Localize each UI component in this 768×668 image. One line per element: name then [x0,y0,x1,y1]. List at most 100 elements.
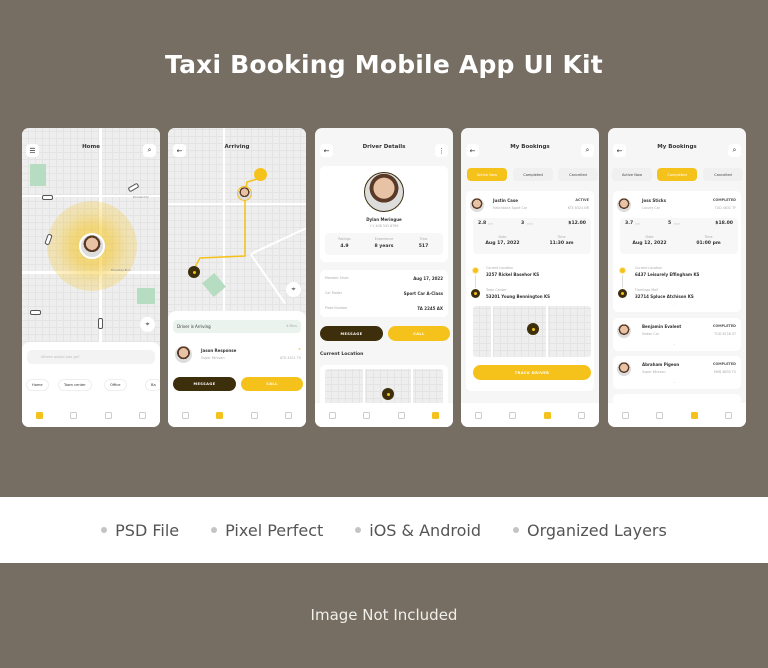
bottom-nav [22,403,160,427]
nav-profile-icon[interactable] [285,411,293,419]
tab-active-now[interactable]: Active Now [612,168,652,181]
section-title: Current Location [320,352,364,357]
map[interactable] [473,306,591,357]
status-badge: COMPLETED [712,362,736,366]
nav-bookings-icon[interactable] [250,411,258,419]
nav-bookings-icon[interactable] [543,411,551,419]
driver-profile-card: Dylan Meringue +1 408 345 6789 Ratings 4… [320,166,448,262]
trip-stats: 2.8 km 3 min $12.00 Date Aug 17, 2022 Time… [473,218,591,254]
locate-icon[interactable]: ⌖ [286,282,301,297]
bottom-nav [315,403,453,427]
destination-pin-icon [618,289,627,298]
feature-item: iOS & Android [355,521,481,540]
booking-card[interactable]: Justin Case Hatchback Sport Car ACTIVE K… [466,191,594,391]
search-icon[interactable]: ⌕ [581,144,594,157]
page-title: Taxi Booking Mobile App UI Kit [165,50,603,79]
screen-title: Arriving [224,144,250,150]
booking-card[interactable]: Benjamin Evalent Sedan Car COMPLETED TGD… [613,318,741,351]
screen-driver-details: ← Driver Details ⋮ Dylan Meringue +1 408… [315,128,453,427]
driver-info-card: Member Since Aug 17, 2022 Car Model Sport … [320,270,448,317]
status-badge: COMPLETED [712,324,736,328]
screen-arriving: ← Arriving ⌖ Driver is Arriving 4 Mins J… [168,128,306,427]
nav-map-icon[interactable] [216,411,224,419]
nav-home-icon[interactable] [621,411,629,419]
booking-card[interactable]: Joss Sticks Luxury Car COMPLETED TXD 463… [613,191,741,312]
nav-profile-icon[interactable] [578,411,586,419]
rating-stars: ★ [298,347,301,351]
screen-title: Driver Details [362,144,406,150]
stats-row: Ratings 4.9 Experience 8 years Trips 517 [325,233,443,255]
tab-completed[interactable]: Completed [513,168,553,181]
origin-icon [619,267,626,274]
status-badge: ACTIVE [575,198,589,202]
nav-home-icon[interactable] [328,411,336,419]
pickup-pin-icon [188,266,200,278]
chip-town-center[interactable]: Town center [58,379,92,391]
tab-cancelled[interactable]: Cancelled [703,168,743,181]
nav-bookings-icon[interactable] [690,411,698,419]
more-icon[interactable]: ⋮ [435,144,448,157]
screen-bookings-completed: ← My Bookings ⌕ Active Now Completed Can… [608,128,746,427]
destination-pin-icon [471,289,480,298]
call-button[interactable]: CALL [241,377,303,391]
screen-home: Excellent Dr Broadway Blvd ☰ Home ⌕ ⌖ Wh… [22,128,160,427]
driver-avatar [174,345,193,364]
nav-map-icon[interactable] [509,411,517,419]
origin-icon [472,267,479,274]
status-badge: COMPLETED [712,198,736,202]
chevron-down-icon[interactable]: ⌄ [673,342,676,346]
nav-home-icon[interactable] [474,411,482,419]
location-pin-icon [527,323,539,335]
nav-map-icon[interactable] [70,411,78,419]
chip-home[interactable]: Home [26,379,49,391]
nav-profile-icon[interactable] [725,411,733,419]
car-icon [42,195,53,200]
destination-search-input[interactable]: Where would you go? [27,350,155,364]
map[interactable] [325,369,443,405]
message-button[interactable]: MESSAGE [173,377,236,391]
message-button[interactable]: MESSAGE [320,326,383,341]
tab-active-now[interactable]: Active Now [467,168,507,181]
nav-bookings-icon[interactable] [397,411,405,419]
user-avatar[interactable] [79,233,105,259]
screen-title: Home [82,144,100,150]
driver-avatar [616,197,632,213]
screen-bookings-active: ← My Bookings ⌕ Active Now Completed Can… [461,128,599,427]
nav-map-icon[interactable] [363,411,371,419]
chip-office[interactable]: Office [104,379,127,391]
booking-card[interactable]: Abraham Pigeon Super Minivan COMPLETED M… [613,356,741,389]
nav-map-icon[interactable] [656,411,664,419]
location-pin-icon [382,388,394,400]
tab-cancelled[interactable]: Cancelled [558,168,598,181]
screen-title: My Bookings [657,144,697,150]
location-card [320,365,448,405]
chip-more[interactable]: Ba [145,379,160,391]
nav-home-icon[interactable] [181,411,189,419]
disclaimer-note: Image Not Included [310,606,458,624]
nav-profile-icon[interactable] [432,411,440,419]
car-icon [127,182,140,193]
driver-avatar [469,197,485,213]
nav-bookings-icon[interactable] [104,411,112,419]
nav-home-icon[interactable] [35,411,43,419]
bottom-nav [461,403,599,427]
track-driver-button[interactable]: TRACK DRIVER [473,365,591,380]
driver-avatar [616,361,632,377]
car-icon [98,318,103,329]
locate-icon[interactable]: ⌖ [140,317,155,332]
feature-item: PSD File [101,521,179,540]
bottom-nav [168,403,306,427]
driver-marker [237,186,252,201]
car-icon [30,310,41,315]
chevron-down-icon[interactable]: ⌄ [673,380,676,384]
status-bar: Driver is Arriving 4 Mins [173,320,301,333]
tab-completed[interactable]: Completed [657,168,697,181]
feature-item: Organized Layers [512,521,667,540]
bottom-nav [608,403,746,427]
search-icon[interactable]: ⌕ [143,144,156,157]
call-button[interactable]: CALL [388,326,450,341]
chevron-up-icon[interactable]: ⌃ [673,303,676,307]
search-icon[interactable]: ⌕ [728,144,741,157]
nav-profile-icon[interactable] [139,411,147,419]
driver-avatar [364,172,404,212]
